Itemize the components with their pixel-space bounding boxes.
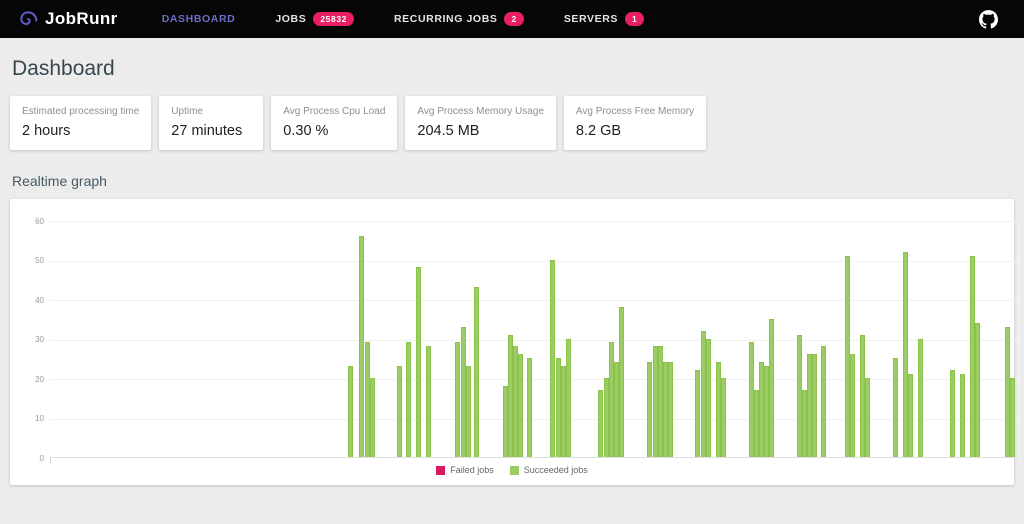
page-title: Dashboard: [12, 57, 1014, 81]
chart-bar: [908, 374, 913, 457]
y-axis-tick-label: 20: [18, 375, 44, 384]
stat-card-processing-time: Estimated processing time 2 hours: [10, 96, 151, 150]
chart-bar: [769, 319, 774, 457]
github-link[interactable]: [979, 10, 998, 29]
realtime-graph-title: Realtime graph: [12, 173, 1014, 189]
brand-name: JobRunr: [45, 9, 118, 29]
failed-jobs-swatch: [436, 466, 445, 475]
y-axis-tick-label: 0: [18, 454, 44, 463]
chart-bar: [466, 366, 471, 457]
chart-legend: Failed jobs Succeeded jobs: [10, 465, 1014, 475]
jobrunr-spiral-icon: [18, 9, 38, 29]
chart-bar: [668, 362, 673, 457]
nav-item-label: RECURRING JOBS: [394, 13, 498, 25]
chart-bar: [721, 378, 726, 457]
y-axis-tick-label: 30: [18, 335, 44, 344]
nav-item-jobs[interactable]: JOBS 25832: [275, 12, 354, 26]
nav-item-recurring-jobs[interactable]: RECURRING JOBS 2: [394, 12, 524, 26]
stat-label: Avg Process Free Memory: [576, 106, 694, 117]
stat-label: Uptime: [171, 106, 251, 117]
chart-bar: [865, 378, 870, 457]
stat-label: Avg Process Cpu Load: [283, 106, 385, 117]
chart-bar: [812, 354, 817, 457]
chart-bar: [850, 354, 855, 457]
nav-item-servers[interactable]: SERVERS 1: [564, 12, 645, 26]
chart-bar: [918, 339, 923, 458]
stat-value: 27 minutes: [171, 123, 251, 139]
chart-bar: [416, 267, 421, 457]
chart-bar: [518, 354, 523, 457]
stat-label: Avg Process Memory Usage: [417, 106, 544, 117]
chart-bar: [975, 323, 980, 457]
chart-bar: [397, 366, 402, 457]
stat-value: 8.2 GB: [576, 123, 694, 139]
stat-value: 204.5 MB: [417, 123, 544, 139]
chart-bar: [619, 307, 624, 457]
chart-bar: [527, 358, 532, 457]
chart-bar: [348, 366, 353, 457]
stat-label: Estimated processing time: [22, 106, 139, 117]
stat-card-cpu-load: Avg Process Cpu Load 0.30 %: [271, 96, 397, 150]
recurring-jobs-count-badge: 2: [504, 12, 523, 26]
legend-item-failed: Failed jobs: [436, 465, 494, 475]
gridline: [50, 300, 1018, 301]
nav-item-label: JOBS: [275, 13, 306, 25]
nav-item-label: DASHBOARD: [162, 13, 236, 25]
gridline: [50, 419, 1018, 420]
chart-bar: [695, 370, 700, 457]
y-axis-tick-label: 40: [18, 296, 44, 305]
stat-card-free-memory: Avg Process Free Memory 8.2 GB: [564, 96, 706, 150]
stat-card-uptime: Uptime 27 minutes: [159, 96, 263, 150]
chart-bar: [960, 374, 965, 457]
y-axis-tick-label: 50: [18, 256, 44, 265]
stat-card-memory-usage: Avg Process Memory Usage 204.5 MB: [405, 96, 556, 150]
y-axis-tick-label: 10: [18, 414, 44, 423]
gridline: [50, 379, 1018, 380]
chart-bar: [426, 346, 431, 457]
stats-row: Estimated processing time 2 hours Uptime…: [10, 96, 1014, 150]
stat-value: 0.30 %: [283, 123, 385, 139]
stat-value: 2 hours: [22, 123, 139, 139]
chart-bar: [598, 390, 603, 457]
chart-bar: [647, 362, 652, 457]
chart-bar: [455, 342, 460, 457]
chart-bar: [474, 287, 479, 457]
legend-item-succeeded: Succeeded jobs: [510, 465, 588, 475]
gridline: [50, 340, 1018, 341]
y-axis-tick-label: 60: [18, 217, 44, 226]
github-icon: [979, 10, 998, 29]
nav-item-label: SERVERS: [564, 13, 618, 25]
chart-bar: [1010, 378, 1015, 457]
servers-count-badge: 1: [625, 12, 644, 26]
chart-bar: [893, 358, 898, 457]
chart-bar: [550, 260, 555, 458]
main-content: Dashboard Estimated processing time 2 ho…: [0, 57, 1024, 485]
navbar: JobRunr DASHBOARD JOBS 25832 RECURRING J…: [0, 0, 1024, 38]
jobs-count-badge: 25832: [313, 12, 354, 26]
gridline: [50, 261, 1018, 262]
chart-bar: [406, 342, 411, 457]
realtime-graph-panel: 0 10 20 30 40 50 60 Failed jobs Succeeded jobs: [10, 199, 1014, 485]
chart-bar: [566, 339, 571, 458]
succeeded-jobs-swatch: [510, 466, 519, 475]
chart-bar: [706, 339, 711, 458]
plot-area: 0102030405060: [50, 221, 1019, 458]
nav-links: DASHBOARD JOBS 25832 RECURRING JOBS 2 SE…: [162, 12, 645, 26]
gridline: [50, 221, 1018, 222]
nav-item-dashboard[interactable]: DASHBOARD: [162, 13, 236, 25]
chart-bar: [950, 370, 955, 457]
legend-label: Failed jobs: [450, 465, 494, 475]
chart-bar: [370, 378, 375, 457]
chart-bar: [821, 346, 826, 457]
chart-bar: [359, 236, 364, 457]
brand-logo[interactable]: JobRunr: [18, 9, 118, 29]
legend-label: Succeeded jobs: [524, 465, 588, 475]
